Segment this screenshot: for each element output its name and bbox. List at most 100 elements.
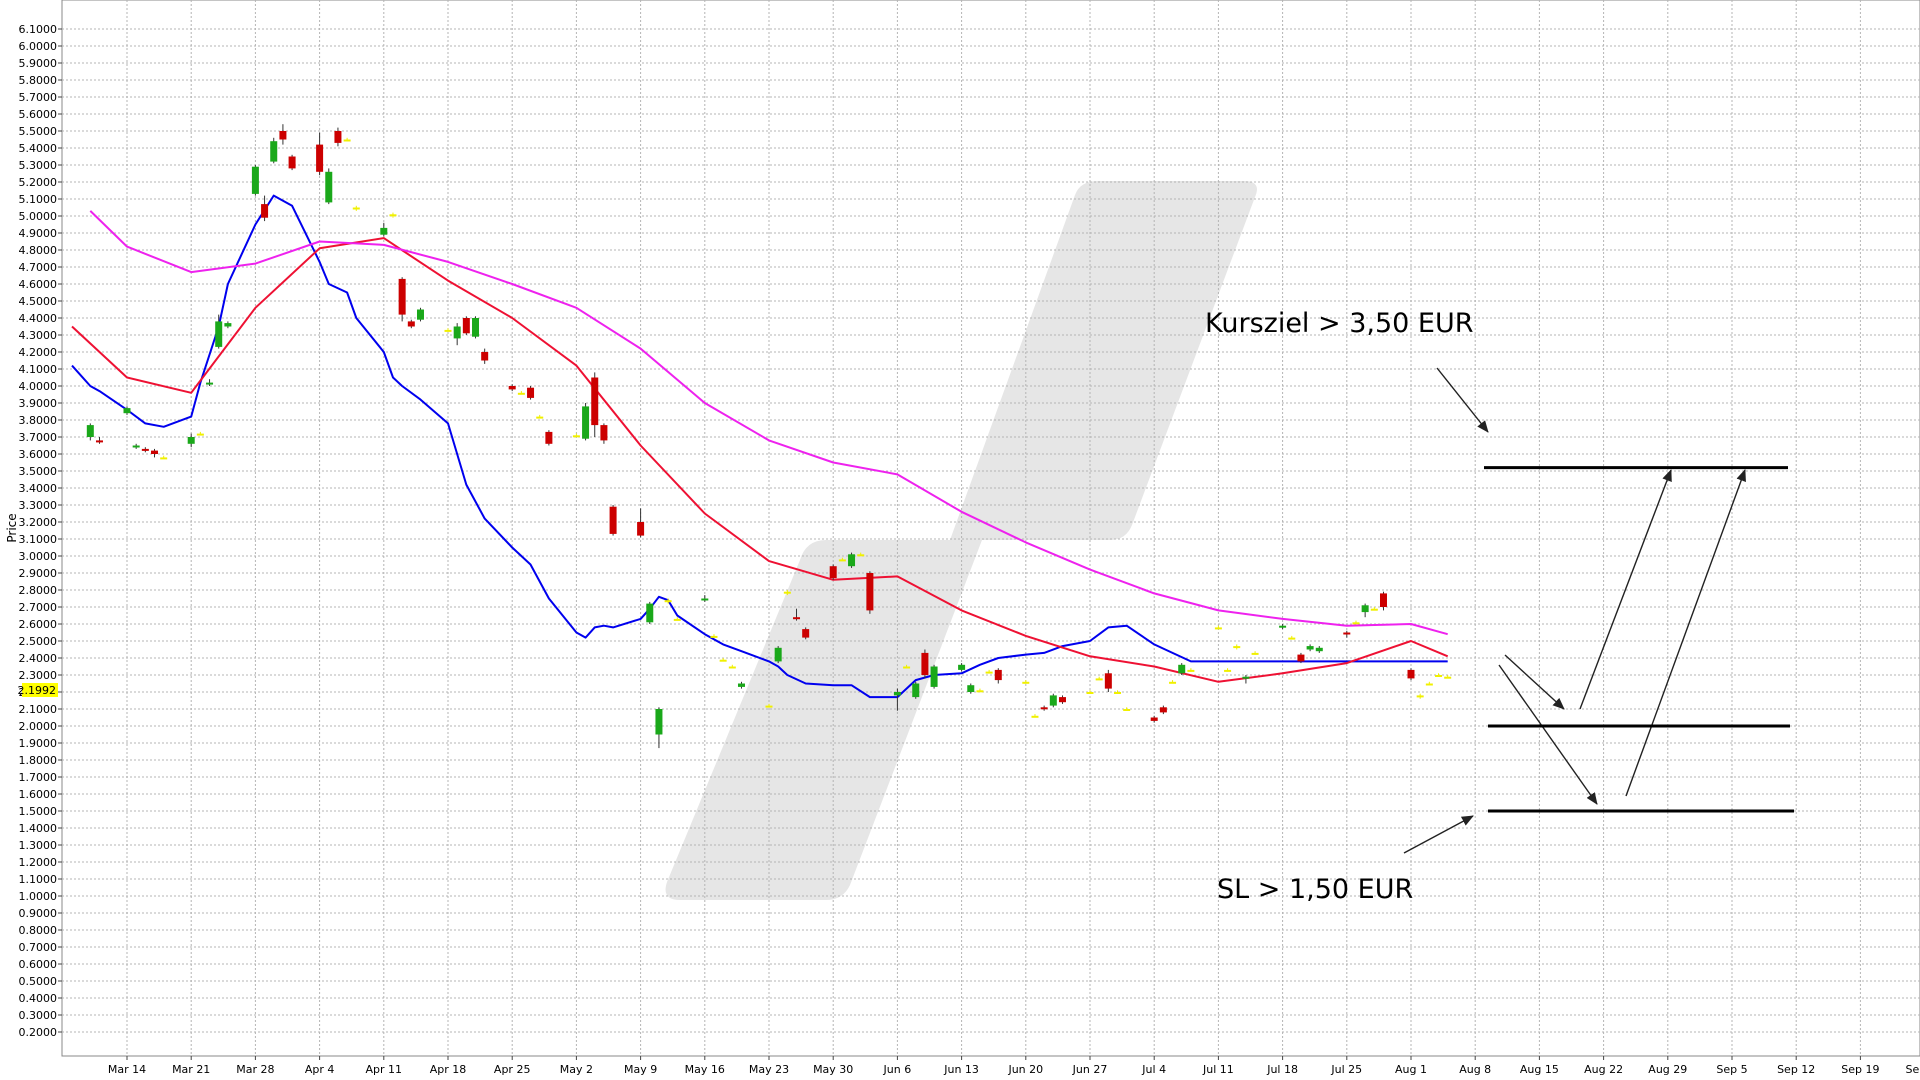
candle (316, 132, 324, 176)
candle (655, 707, 663, 749)
candle-body (829, 566, 837, 579)
y-tick-label: 3.4000 (19, 482, 58, 495)
candle (1178, 663, 1186, 675)
x-tick-label: Aug 8 (1459, 1063, 1491, 1076)
candle-body (1233, 646, 1241, 649)
candle-body (1178, 664, 1186, 674)
candle (132, 443, 140, 449)
candle-body (1114, 692, 1122, 694)
candle-body (1444, 676, 1452, 679)
candle-body (701, 598, 709, 601)
candle-body (462, 318, 470, 334)
y-tick-label: 1.5000 (19, 805, 58, 818)
x-tick-label: Apr 11 (366, 1063, 403, 1076)
x-tick-label: Jun 13 (943, 1063, 979, 1076)
y-tick-label: 5.2000 (19, 176, 58, 189)
candle-body (481, 352, 489, 361)
arrow-to-support (1504, 654, 1565, 710)
x-axis: Mar 14 Mar 21 Mar 28 Apr 4 Apr 11 Apr 18 Apr 2… (108, 1056, 1920, 1076)
y-tick-label: 4.5000 (19, 295, 58, 308)
y-tick-label: 3.9000 (19, 397, 58, 410)
x-tick-label: Jun 27 (1072, 1063, 1108, 1076)
y-tick-label: 5.6000 (19, 108, 58, 121)
x-tick-label: Apr 4 (305, 1063, 335, 1076)
y-tick-label: 3.2000 (19, 516, 58, 529)
candle-body (1104, 673, 1112, 689)
candle (251, 165, 259, 196)
watermark-shape-upper (950, 181, 1257, 540)
moving-averages (71, 194, 1449, 699)
candle-body (994, 669, 1002, 681)
candle-body (737, 683, 745, 687)
moving-average-line (71, 237, 1449, 683)
candle (334, 127, 342, 147)
candle-body (893, 692, 901, 696)
candle-body (1315, 647, 1323, 652)
candle (600, 423, 608, 444)
candle (1435, 673, 1443, 677)
candle-body (196, 433, 204, 436)
candle-body (141, 448, 149, 451)
candle-body (453, 326, 461, 339)
candle-body (1095, 678, 1103, 681)
candle (1086, 690, 1094, 694)
candle (802, 627, 810, 640)
y-tick-label: 3.7000 (19, 431, 58, 444)
candle-body (655, 709, 663, 735)
candle (160, 455, 168, 460)
candle-body (572, 435, 580, 438)
candle (1233, 644, 1241, 650)
x-tick-label: Jun 20 (1007, 1063, 1043, 1076)
y-tick-label: 5.1000 (19, 193, 58, 206)
candle (728, 664, 736, 669)
candle (930, 664, 938, 689)
candle-body (783, 591, 791, 594)
candle-body (1150, 717, 1158, 721)
candle-body (206, 382, 214, 385)
candle-body (591, 377, 599, 426)
candle (325, 168, 333, 205)
y-tick-label: 1.6000 (19, 788, 58, 801)
y-tick-label: 0.9000 (19, 907, 58, 920)
x-tick-label: Aug 22 (1584, 1063, 1623, 1076)
candle (829, 564, 837, 580)
y-tick-label: 0.8000 (19, 924, 58, 937)
candle-body (976, 690, 984, 693)
candle-body (673, 618, 681, 621)
candle (206, 379, 214, 386)
candle-body (472, 318, 480, 337)
x-tick-label: May 2 (560, 1063, 593, 1076)
candle (517, 391, 525, 395)
y-tick-label: 2.8000 (19, 584, 58, 597)
sl-pointer-arrow (1403, 815, 1474, 854)
candle (1361, 603, 1369, 618)
candle-body (582, 406, 590, 439)
y-tick-label: 3.6000 (19, 448, 58, 461)
candle (912, 681, 920, 699)
candle-body (921, 652, 929, 675)
candle-body (838, 559, 846, 562)
candle-body (407, 321, 415, 327)
x-tick-label: Sep 26 (1905, 1063, 1920, 1076)
candle (1407, 668, 1415, 681)
x-tick-label: Aug 15 (1520, 1063, 1559, 1076)
price-chart: 6.1000 6.0000 5.9000 5.8000 5.7000 5.6000 5.50… (5, 0, 1920, 1076)
candle-body (1169, 681, 1177, 684)
current-price-marker: 2.1992 (18, 683, 58, 697)
candle (1352, 620, 1360, 625)
candle-body (985, 671, 993, 674)
candle-body (1352, 622, 1360, 625)
candle-body (1370, 608, 1378, 611)
candle-body (1022, 681, 1030, 684)
candle (380, 222, 388, 237)
y-tick-label: 1.8000 (19, 754, 58, 767)
x-tick-label: Mar 14 (108, 1063, 146, 1076)
candle-body (646, 603, 654, 623)
candle-body (857, 554, 865, 557)
candle (224, 321, 232, 329)
candle-body (1058, 697, 1066, 703)
candle (151, 448, 159, 458)
candle-body (774, 647, 782, 662)
candle (1058, 695, 1066, 704)
candle-body (930, 666, 938, 687)
